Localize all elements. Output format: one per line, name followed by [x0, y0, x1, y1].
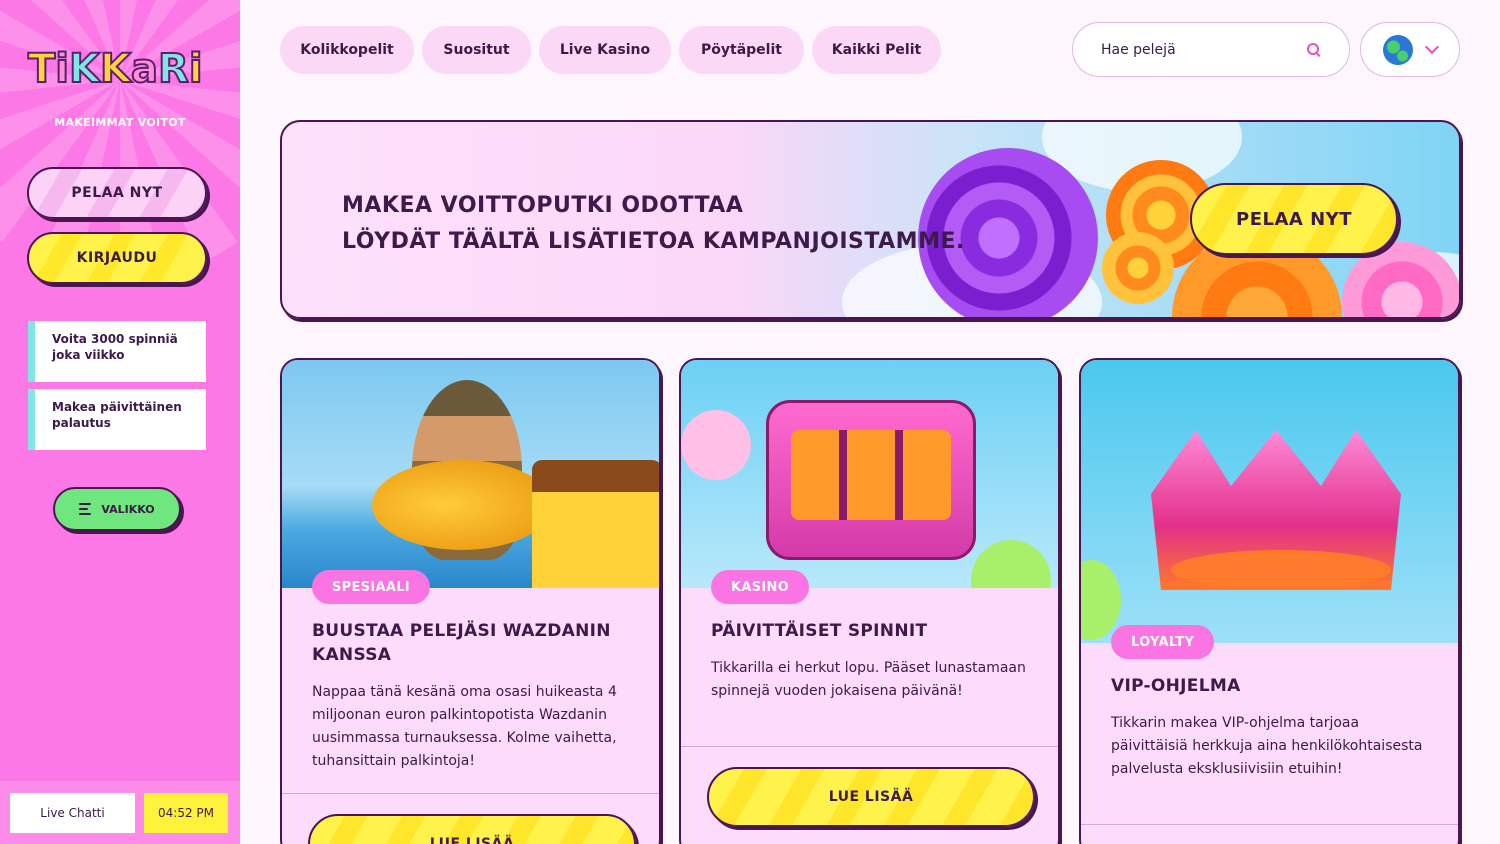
login-button[interactable]: KIRJAUDU: [27, 232, 207, 284]
globe-icon: [1383, 34, 1413, 65]
card-divider: [681, 746, 1058, 747]
chevron-down-icon: [1424, 39, 1440, 54]
promo-banner: MAKEA VOITTOPUTKI ODOTTAA LÖYDÄT TÄÄLTÄ …: [280, 120, 1461, 319]
banner-line-1: MAKEA VOITTOPUTKI ODOTTAA: [342, 193, 744, 218]
promo-card-vip: LOYALTY VIP-OHJELMA Tikkarin makea VIP-o…: [1079, 358, 1460, 844]
fisherman-promo-image: [282, 360, 659, 588]
promo-link-daily-cashback[interactable]: Makea päivittäinen palautus: [28, 389, 206, 450]
banner-line-2: LÖYDÄT TÄÄLTÄ LISÄTIETOA KAMPANJOISTAMME…: [342, 229, 965, 254]
card-title: VIP-OHJELMA: [1111, 676, 1241, 696]
card-description: Tikkarin makea VIP-ohjelma tarjoaa päivi…: [1111, 715, 1423, 777]
logo-letter: a: [130, 45, 159, 93]
sidebar-footer: Live Chatti 04:52 PM: [0, 781, 240, 844]
slot-machine-promo-image: [681, 360, 1058, 588]
card-description: Nappaa tänä kesänä oma osasi huikeasta 4…: [312, 684, 617, 769]
logo-letter: i: [54, 45, 70, 93]
sidebar: T i K K a R i MAKEIMMAT VOITOT PELAA NYT…: [0, 0, 240, 844]
banner-play-now-button[interactable]: PELAA NYT: [1190, 183, 1398, 255]
tikkari-logo[interactable]: T i K K a R i: [27, 40, 212, 98]
nav-slots[interactable]: Kolikkopelit: [280, 26, 414, 74]
card-description: Tikkarilla ei herkut lopu. Pääset lunast…: [711, 660, 1026, 699]
nav-all-games[interactable]: Kaikki Pelit: [812, 26, 941, 74]
nav-table-games[interactable]: Pöytäpelit: [679, 26, 804, 74]
hamburger-icon: [79, 503, 92, 515]
menu-button[interactable]: VALIKKO: [53, 487, 181, 531]
live-chat-button[interactable]: Live Chatti: [10, 793, 135, 833]
read-more-button[interactable]: LUE LISÄÄ: [707, 767, 1035, 827]
logo-letter: i: [188, 45, 204, 93]
nav-live-casino[interactable]: Live Kasino: [539, 26, 671, 74]
lollipop-orange-image: [1102, 232, 1174, 304]
search-icon[interactable]: [1307, 42, 1321, 57]
logo-letter: R: [157, 45, 190, 93]
brand-tagline: MAKEIMMAT VOITOT: [54, 116, 186, 129]
logo-letter: K: [99, 45, 132, 93]
card-tag: LOYALTY: [1111, 625, 1215, 659]
menu-button-label: VALIKKO: [101, 502, 155, 516]
logo-letter: K: [68, 45, 101, 93]
promo-card-wazdan: SPESIAALI BUUSTAA PELEJÄSI WAZDANIN KANS…: [280, 358, 661, 844]
search-input[interactable]: [1101, 41, 1307, 58]
play-now-button[interactable]: PELAA NYT: [27, 167, 207, 219]
clock-display: 04:52 PM: [144, 793, 228, 833]
search-box: [1072, 22, 1350, 77]
card-divider: [282, 793, 659, 794]
card-divider: [1081, 824, 1458, 825]
card-title: PÄIVITTÄISET SPINNIT: [711, 621, 928, 641]
read-more-button[interactable]: LUE LISÄÄ: [308, 814, 636, 844]
nav-popular[interactable]: Suositut: [422, 26, 531, 74]
language-selector[interactable]: [1360, 22, 1460, 77]
card-title: BUUSTAA PELEJÄSI WAZDANIN KANSSA: [312, 621, 611, 665]
logo-letter: T: [27, 45, 56, 93]
banner-headline: MAKEA VOITTOPUTKI ODOTTAA LÖYDÄT TÄÄLTÄ …: [342, 188, 965, 260]
promo-card-daily-spins: KASINO PÄIVITTÄISET SPINNIT Tikkarilla e…: [679, 358, 1060, 844]
crown-promo-image: [1081, 360, 1458, 643]
card-tag: SPESIAALI: [312, 570, 430, 604]
promo-link-weekly-spins[interactable]: Voita 3000 spinniä joka viikko: [28, 321, 206, 382]
card-tag: KASINO: [711, 570, 810, 604]
